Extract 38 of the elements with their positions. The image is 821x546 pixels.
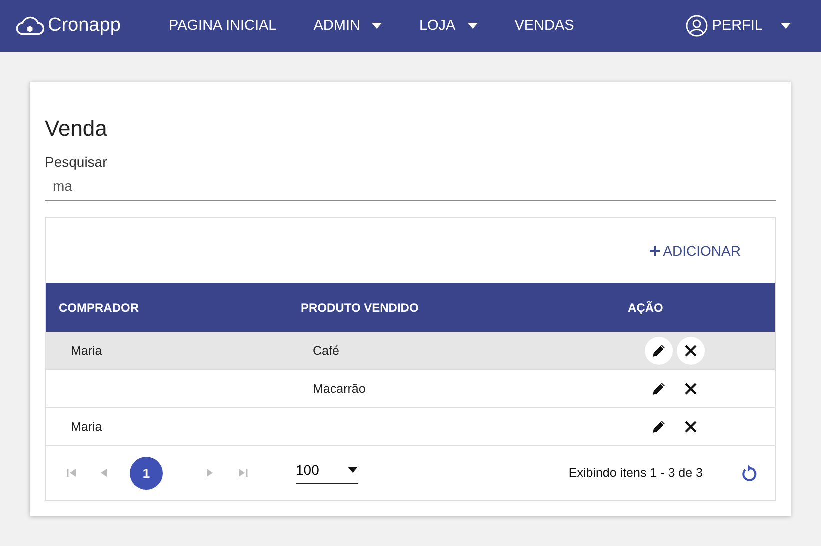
delete-button[interactable] bbox=[677, 336, 705, 364]
table-row[interactable]: Maria bbox=[46, 408, 775, 446]
pager-info: Exibindo itens 1 - 3 de 3 bbox=[568, 466, 703, 480]
caret-icon bbox=[348, 467, 358, 473]
user-icon bbox=[686, 15, 708, 37]
nav-link[interactable]: ADMIN bbox=[314, 18, 382, 34]
nav-link[interactable]: PAGINA INICIAL bbox=[169, 18, 277, 34]
refresh-icon[interactable] bbox=[741, 464, 757, 482]
close-icon bbox=[685, 382, 697, 394]
column-header[interactable]: AÇÃO bbox=[628, 300, 775, 314]
add-button[interactable]: ADICIONAR bbox=[644, 242, 747, 260]
cloud-logo-icon bbox=[14, 15, 46, 37]
close-icon bbox=[685, 420, 697, 432]
table-cell: Macarrão bbox=[313, 382, 366, 396]
page-size-select[interactable]: 100 bbox=[296, 462, 358, 484]
table-cell: Maria bbox=[71, 344, 102, 358]
table-cell: Café bbox=[313, 344, 340, 358]
column-header[interactable]: PRODUTO VENDIDO bbox=[288, 300, 628, 314]
page-title: Venda bbox=[45, 116, 108, 142]
pencil-icon bbox=[651, 418, 667, 434]
close-icon bbox=[685, 344, 697, 356]
brand-name[interactable]: Cronapp bbox=[48, 15, 121, 37]
pencil-icon bbox=[651, 342, 667, 358]
table-row[interactable]: Macarrão bbox=[46, 370, 775, 408]
table-row[interactable]: Maria Café bbox=[46, 332, 775, 370]
search-label: Pesquisar bbox=[45, 154, 108, 170]
column-header[interactable]: COMPRADOR bbox=[46, 300, 288, 314]
profile-menu[interactable]: PERFIL bbox=[686, 15, 791, 37]
pencil-icon bbox=[651, 380, 667, 396]
nav-link[interactable]: VENDAS bbox=[514, 18, 574, 34]
edit-button[interactable] bbox=[645, 336, 673, 364]
plus-icon bbox=[650, 246, 660, 256]
nav-link[interactable]: LOJA bbox=[419, 18, 478, 34]
caret-icon bbox=[781, 23, 791, 29]
caret-icon bbox=[372, 23, 382, 29]
page-button[interactable]: 1 bbox=[130, 456, 163, 490]
table-cell: Maria bbox=[71, 420, 102, 434]
caret-icon bbox=[468, 23, 478, 29]
